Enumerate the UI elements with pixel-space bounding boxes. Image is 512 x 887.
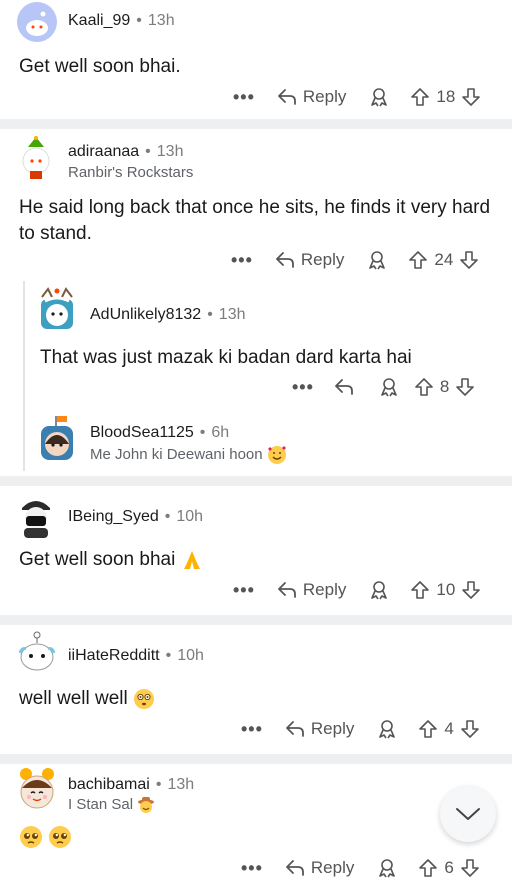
vote-count: 6: [444, 858, 454, 877]
upvote-icon[interactable]: [418, 858, 438, 878]
downvote-icon[interactable]: [459, 250, 479, 270]
downvote-icon[interactable]: [460, 858, 480, 878]
username[interactable]: AdUnlikely8132: [90, 306, 201, 323]
timestamp: 6h: [211, 424, 230, 441]
reply-button[interactable]: Reply: [285, 719, 354, 739]
award-icon[interactable]: [368, 86, 390, 108]
timestamp: 13h: [218, 306, 246, 323]
user-flair: Ranbir's Rockstars: [68, 164, 194, 181]
username[interactable]: bachibamai: [68, 776, 150, 793]
reply-arrow-icon: [286, 860, 304, 876]
reply-button[interactable]: Reply: [277, 87, 346, 107]
award-icon[interactable]: [376, 857, 398, 879]
award-icon[interactable]: [378, 376, 400, 398]
username[interactable]: iiHateRedditt: [68, 647, 160, 664]
comment-separator: [0, 119, 512, 129]
timestamp: 10h: [177, 647, 204, 664]
upvote-icon[interactable]: [414, 377, 434, 397]
comment-kaali: Kaali_99 • 13h Get well soon bhai. ••• Rep…: [0, 0, 512, 119]
upvote-icon[interactable]: [410, 580, 430, 600]
more-options-icon[interactable]: •••: [233, 580, 255, 601]
vote-count: 10: [436, 580, 456, 599]
vote-count: 18: [436, 87, 456, 106]
comment-body: He said long back that once he sits, he …: [19, 197, 491, 244]
folded-hands-emoji-icon: [183, 550, 200, 569]
reply-button[interactable]: Reply: [277, 580, 346, 600]
avatar[interactable]: [36, 287, 78, 333]
more-options-icon[interactable]: •••: [292, 377, 314, 398]
username[interactable]: IBeing_Syed: [68, 508, 159, 525]
reply-arrow-icon: [278, 89, 296, 105]
smiling-hearts-emoji-icon: [267, 446, 286, 464]
vote-count: 8: [439, 377, 450, 396]
chevron-down-icon: [456, 808, 480, 820]
avatar[interactable]: [16, 135, 56, 181]
comment-ibeing-syed: IBeing_Syed • 10h Get well soon bhai ••• R…: [0, 486, 512, 615]
comment-body: Get well soon bhai: [19, 547, 203, 573]
username[interactable]: BloodSea1125: [90, 424, 194, 441]
username[interactable]: Kaali_99: [68, 12, 130, 29]
vote-count: 24: [434, 250, 454, 269]
comment-body: [19, 824, 72, 850]
vote-count: 4: [444, 719, 454, 738]
reply-arrow-icon: [286, 721, 304, 737]
reply-arrow-icon: [335, 379, 353, 395]
comment-separator: [0, 476, 512, 486]
comment-separator: [0, 754, 512, 764]
comment-body: That was just mazak ki badan dard karta …: [40, 347, 412, 368]
cowboy-emoji-icon: [138, 797, 155, 814]
reply-arrow-icon: [278, 582, 296, 598]
more-options-icon[interactable]: •••: [233, 87, 255, 108]
reply-arrow-icon: [276, 252, 294, 268]
more-options-icon[interactable]: •••: [241, 719, 263, 740]
username[interactable]: adiraanaa: [68, 143, 139, 160]
user-flair: Me John ki Deewani hoon: [90, 445, 287, 465]
avatar[interactable]: [17, 2, 57, 42]
upvote-icon[interactable]: [418, 719, 438, 739]
comment-separator: [0, 615, 512, 625]
reply-button[interactable]: Reply: [285, 858, 354, 878]
more-options-icon[interactable]: •••: [241, 858, 263, 879]
award-icon[interactable]: [376, 718, 398, 740]
timestamp: 13h: [167, 776, 195, 793]
reply-button[interactable]: [334, 378, 360, 396]
avatar[interactable]: [16, 629, 58, 675]
comment-body: well well well: [19, 686, 155, 712]
timestamp: 13h: [156, 143, 184, 160]
award-icon[interactable]: [368, 579, 390, 601]
downvote-icon[interactable]: [461, 87, 481, 107]
timestamp: 10h: [176, 508, 204, 525]
flushed-face-emoji-icon: [134, 688, 155, 709]
user-flair: I Stan Sal: [68, 796, 155, 814]
avatar[interactable]: [16, 494, 56, 538]
comment-iihateredditt: iiHateRedditt • 10h well well well ••• Rep…: [0, 625, 512, 754]
timestamp: 13h: [147, 12, 175, 29]
next-comment-button[interactable]: [440, 786, 496, 842]
downvote-icon[interactable]: [455, 377, 475, 397]
thread-line[interactable]: [23, 281, 25, 471]
comment-body: Get well soon bhai.: [19, 56, 181, 77]
downvote-icon[interactable]: [461, 580, 481, 600]
award-icon[interactable]: [366, 249, 388, 271]
avatar[interactable]: [16, 766, 58, 812]
upvote-icon[interactable]: [408, 250, 428, 270]
comment-adiraanaa: adiraanaa • 13h Ranbir's Rockstars He said…: [0, 129, 512, 476]
downvote-icon[interactable]: [460, 719, 480, 739]
more-options-icon[interactable]: •••: [231, 250, 253, 271]
pleading-face-emoji-icon: [20, 825, 42, 848]
pleading-face-emoji-icon: [49, 825, 72, 848]
reply-button[interactable]: Reply: [275, 250, 344, 270]
avatar[interactable]: [36, 414, 78, 464]
comment-bachibamai: bachibamai • 13h I Stan Sal ••• Reply 6: [0, 764, 512, 887]
upvote-icon[interactable]: [410, 87, 430, 107]
